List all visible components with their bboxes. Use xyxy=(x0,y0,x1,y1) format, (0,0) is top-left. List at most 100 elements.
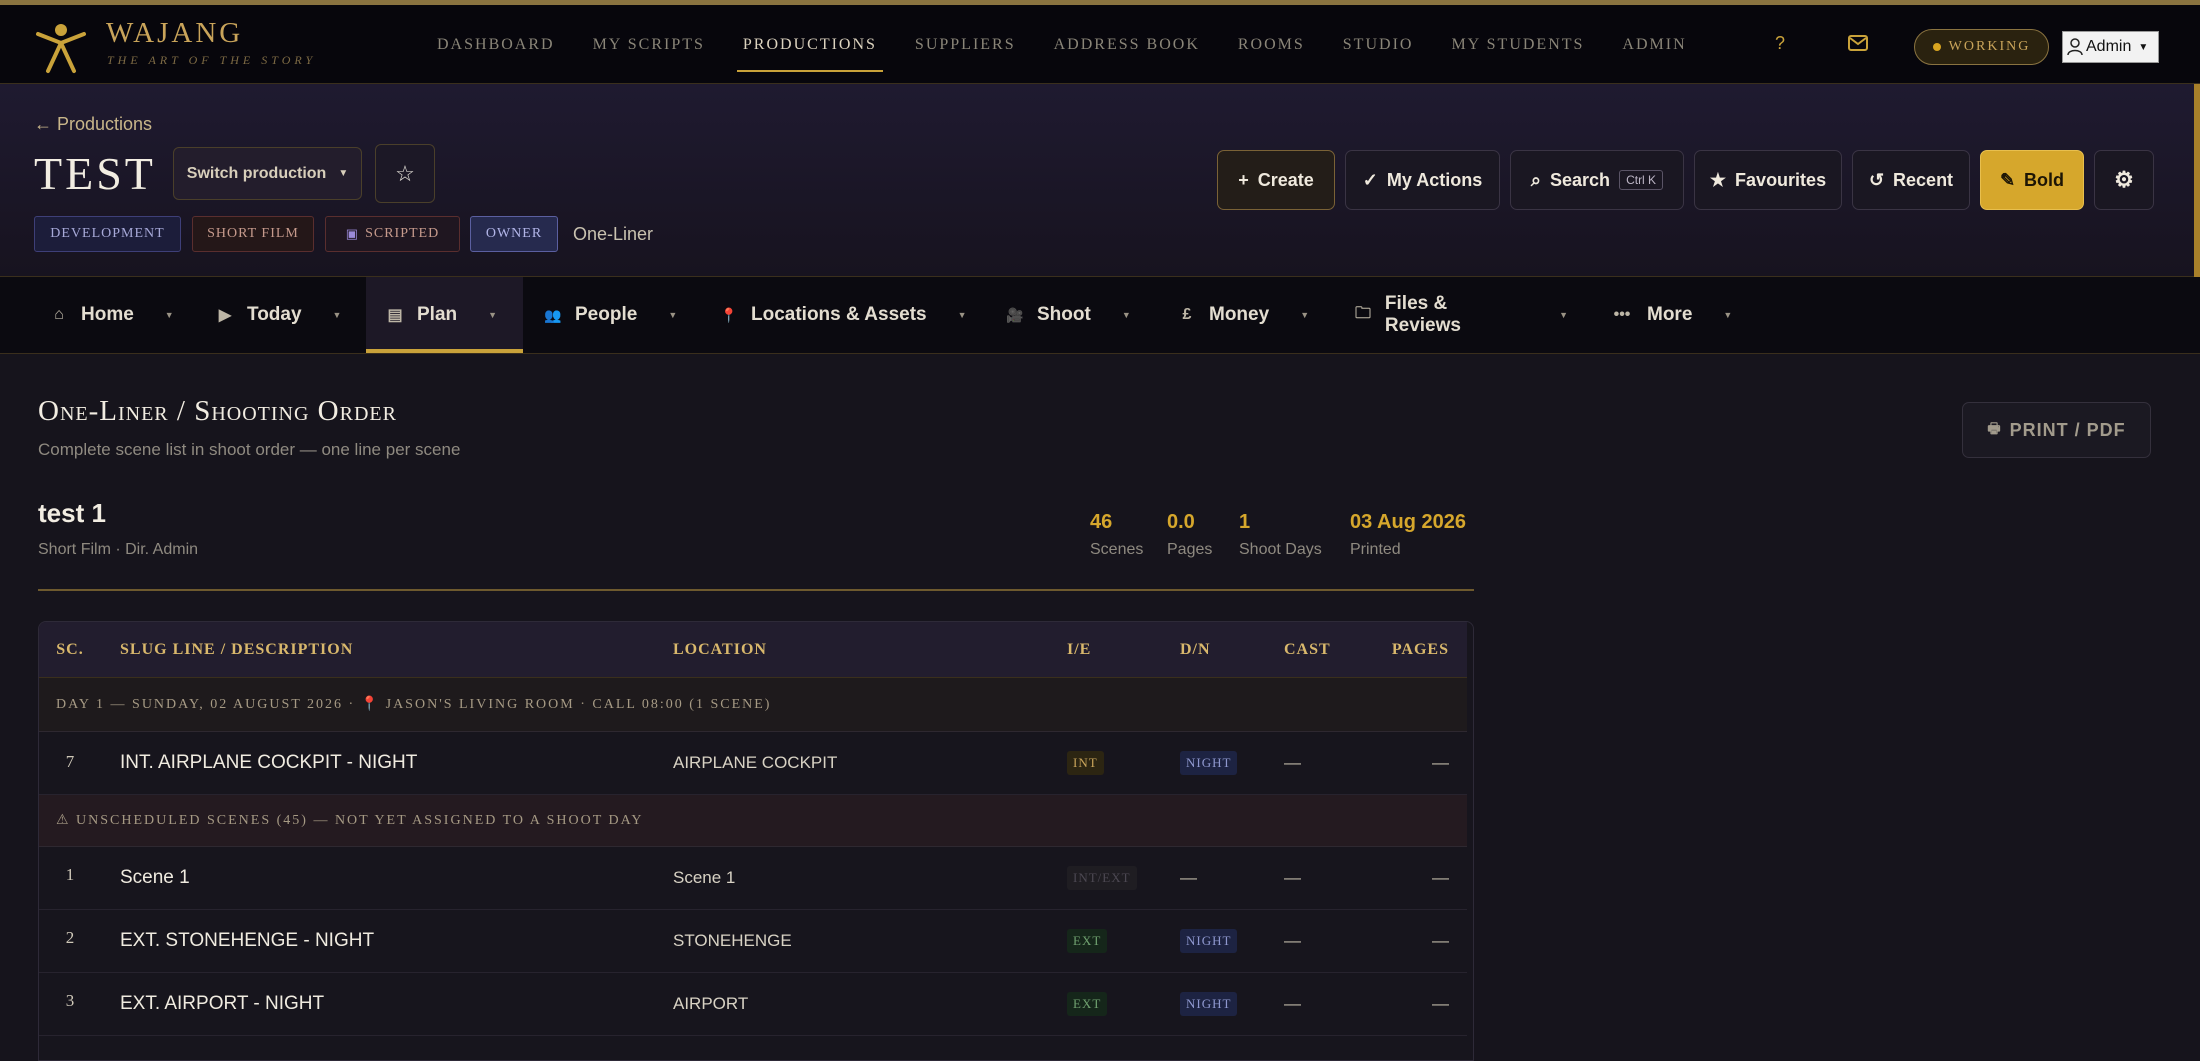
nav-my-students[interactable]: MY STUDENTS xyxy=(1451,5,1584,84)
production-header: ← Productions TEST 1 Switch production ▼… xyxy=(0,84,2200,277)
document-title: test 1 xyxy=(38,498,106,528)
tab-home[interactable]: ⌂ Home ▼ xyxy=(34,277,174,353)
tab-more[interactable]: ••• More ▼ xyxy=(1604,277,1744,353)
ie-cell: INT/EXT xyxy=(1067,847,1137,909)
pages-cell: — xyxy=(1432,753,1449,772)
cast-cell: — xyxy=(1284,931,1301,950)
column-header-dn[interactable]: D/N xyxy=(1180,622,1211,677)
scene-number: 1 xyxy=(65,865,75,884)
bold-mode-button[interactable]: ✎ Bold xyxy=(1980,150,2084,210)
location-pin-icon: 📍 xyxy=(720,306,738,323)
column-header-slug[interactable]: SLUG LINE / DESCRIPTION xyxy=(120,622,353,677)
column-header-location[interactable]: LOCATION xyxy=(673,622,767,677)
tab-label: Home xyxy=(81,304,134,325)
pound-icon: £ xyxy=(1182,306,1192,323)
tab-label: Locations & Assets xyxy=(751,304,927,325)
nav-studio[interactable]: STUDIO xyxy=(1343,5,1414,84)
nav-dashboard[interactable]: DASHBOARD xyxy=(437,5,555,84)
create-button[interactable]: + Create xyxy=(1217,150,1335,210)
switch-production-label: Switch production xyxy=(186,164,327,182)
column-header-scene[interactable]: SC. xyxy=(39,622,101,677)
table-row[interactable]: 7 INT. AIRPLANE COCKPIT - NIGHT AIRPLANE… xyxy=(39,732,1467,795)
print-label: PRINT / PDF xyxy=(2009,419,2126,440)
brand-name[interactable]: WAJANG xyxy=(106,17,243,50)
cast-cell: — xyxy=(1284,868,1301,887)
dn-cell: NIGHT xyxy=(1180,910,1238,972)
slug-line: Scene 1 xyxy=(120,867,190,888)
nav-rooms[interactable]: ROOMS xyxy=(1238,5,1305,84)
favourite-star-button[interactable]: ☆ xyxy=(375,144,435,203)
print-pdf-button[interactable]: 🖶 PRINT / PDF xyxy=(1962,402,2151,458)
settings-button[interactable]: ⚙ xyxy=(2094,150,2154,210)
status-dot-icon xyxy=(1932,43,1941,51)
nav-suppliers[interactable]: SUPPLIERS xyxy=(915,5,1016,84)
tab-label: People xyxy=(575,304,638,325)
wajang-logo-icon[interactable] xyxy=(32,17,90,75)
tab-today[interactable]: ▶ Today ▼ xyxy=(196,277,346,353)
user-select[interactable]: Admin ▼ xyxy=(2062,31,2159,63)
nav-my-scripts[interactable]: MY SCRIPTS xyxy=(593,5,705,84)
column-header-pages[interactable]: PAGES xyxy=(1363,622,1449,677)
table-row[interactable]: 3 EXT. AIRPORT - NIGHT AIRPORT EXT NIGHT… xyxy=(39,973,1467,1036)
my-actions-button[interactable]: ✓ My Actions xyxy=(1345,150,1500,210)
unscheduled-group-header[interactable]: ⚠ UNSCHEDULED SCENES (45) — NOT YET ASSI… xyxy=(39,795,1467,847)
stat-pages: 0.0 Pages xyxy=(1167,511,1212,559)
column-header-ie[interactable]: I/E xyxy=(1067,622,1091,677)
working-status-toggle[interactable]: WORKING xyxy=(1914,29,2049,65)
pages-cell: — xyxy=(1432,868,1449,887)
tab-shoot[interactable]: 🎥 Shoot ▼ xyxy=(1000,277,1150,353)
table-header: SC. SLUG LINE / DESCRIPTION LOCATION I/E… xyxy=(39,622,1467,678)
tab-money[interactable]: £ Money ▼ xyxy=(1172,277,1322,353)
chevron-down-icon: ▼ xyxy=(2138,41,2149,53)
one-liner-table: SC. SLUG LINE / DESCRIPTION LOCATION I/E… xyxy=(38,621,1474,1061)
location-cell: AIRPORT xyxy=(673,994,749,1013)
scripted-tag-label: SCRIPTED xyxy=(365,226,440,241)
column-header-cast[interactable]: CAST xyxy=(1284,622,1331,677)
chevron-down-icon: ▼ xyxy=(164,310,174,320)
night-badge: NIGHT xyxy=(1180,992,1238,1016)
tab-locations-assets[interactable]: 📍 Locations & Assets ▼ xyxy=(714,277,984,353)
stat-shoot-days: 1 Shoot Days xyxy=(1239,511,1322,559)
night-badge: NIGHT xyxy=(1180,929,1238,953)
back-to-productions-link[interactable]: ← Productions xyxy=(34,114,152,135)
mail-icon[interactable] xyxy=(1848,35,1868,51)
chevron-down-icon: ▼ xyxy=(668,310,678,320)
nav-productions[interactable]: PRODUCTIONS xyxy=(736,5,883,84)
stat-label: Scenes xyxy=(1090,541,1144,558)
tab-label: Files & Reviews xyxy=(1384,293,1461,336)
brand-tagline: THE ART OF THE STORY xyxy=(107,53,317,67)
ie-cell: EXT xyxy=(1067,910,1108,972)
switch-production-button[interactable]: Switch production ▼ xyxy=(173,147,362,200)
slug-line: EXT. STONEHENGE - NIGHT xyxy=(120,930,375,951)
group-label: DAY 1 — SUNDAY, 02 AUGUST 2026 · 📍 JASON… xyxy=(56,697,772,712)
recent-button[interactable]: ↺ Recent xyxy=(1852,150,1970,210)
chevron-down-icon: ▼ xyxy=(1121,310,1131,320)
table-row[interactable]: 1 Scene 1 Scene 1 INT/EXT — — — xyxy=(39,847,1467,910)
shoot-day-group-header[interactable]: DAY 1 — SUNDAY, 02 AUGUST 2026 · 📍 JASON… xyxy=(39,678,1467,732)
create-label: Create xyxy=(1257,169,1314,190)
cast-cell: — xyxy=(1284,753,1301,772)
role-tag: OWNER xyxy=(470,216,558,252)
night-badge: NIGHT xyxy=(1180,751,1238,775)
tab-plan[interactable]: ▤ Plan ▼ xyxy=(366,277,523,353)
search-button[interactable]: ⌕ Search Ctrl K xyxy=(1510,150,1684,210)
nav-admin[interactable]: ADMIN xyxy=(1622,5,1686,84)
tab-files-reviews[interactable]: 🗀 Files & Reviews ▼ xyxy=(1348,277,1568,353)
favourites-label: Favourites xyxy=(1735,169,1827,190)
main-navigation: DASHBOARD MY SCRIPTS PRODUCTIONS SUPPLIE… xyxy=(437,5,1725,84)
tab-people[interactable]: 👥 People ▼ xyxy=(530,277,720,353)
chevron-down-icon: ▼ xyxy=(332,310,342,320)
help-icon[interactable]: ? xyxy=(1775,33,1785,54)
scrollbar-thumb[interactable] xyxy=(2194,84,2200,277)
dn-cell: NIGHT xyxy=(1180,973,1238,1035)
stat-label: Shoot Days xyxy=(1239,541,1322,558)
folder-icon: 🗀 xyxy=(1354,304,1371,322)
cast-cell: — xyxy=(1284,994,1301,1013)
stat-label: Pages xyxy=(1167,541,1213,558)
page-title: One-Liner / Shooting Order xyxy=(38,395,397,427)
nav-address-book[interactable]: ADDRESS BOOK xyxy=(1054,5,1200,84)
printer-icon: 🖶 xyxy=(1987,420,2002,436)
favourites-button[interactable]: ★ Favourites xyxy=(1694,150,1842,210)
table-row[interactable]: 2 EXT. STONEHENGE - NIGHT STONEHENGE EXT… xyxy=(39,910,1467,973)
stat-value: 0.0 xyxy=(1167,511,1195,533)
